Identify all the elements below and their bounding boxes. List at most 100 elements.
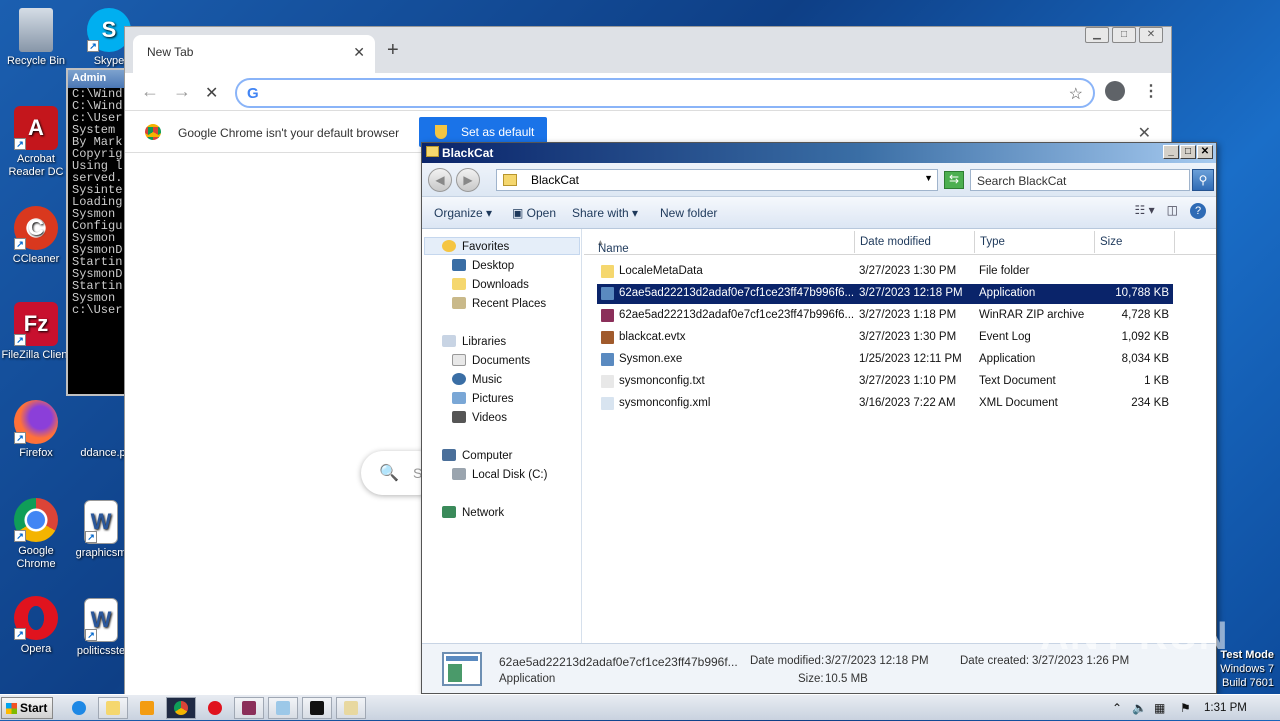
nav-music[interactable]: Music (452, 373, 502, 386)
forward-button[interactable]: → (173, 81, 191, 102)
file-size: 10,788 KB (1115, 287, 1169, 299)
application-icon (442, 652, 482, 686)
desktop-icon-recycle-bin[interactable]: Recycle Bin (1, 8, 71, 67)
filezilla-icon: Fz ↗ (14, 302, 58, 346)
start-button[interactable]: Start (1, 697, 53, 719)
minimize-button[interactable]: _ (1163, 145, 1179, 159)
chrome-icon: ↗ (14, 498, 58, 542)
close-button[interactable]: ✕ (1197, 145, 1213, 159)
show-hidden-icons-icon[interactable]: ⌃ (1112, 701, 1122, 715)
stop-loading-button[interactable]: ✕ (205, 83, 218, 103)
nav-pictures[interactable]: Pictures (452, 392, 514, 405)
file-row[interactable]: 62ae5ad22213d2adaf0e7cf1ce23ff47b996f6..… (597, 284, 1173, 304)
nav-recent-places[interactable]: Recent Places (452, 297, 546, 310)
desktop-icon-label: Recycle Bin (6, 55, 66, 67)
breadcrumb[interactable]: BlackCat ▼ (496, 169, 938, 191)
desktop-icon-ccleaner[interactable]: C ↗ CCleaner (1, 206, 71, 265)
clock[interactable]: 1:31 PM (1204, 702, 1247, 714)
nav-libraries[interactable]: Libraries (442, 335, 506, 348)
taskbar-opera[interactable] (200, 697, 230, 719)
taskbar-document[interactable] (336, 697, 366, 719)
back-button[interactable]: ← (141, 81, 159, 102)
test-mode-line2: Windows 7 (1220, 663, 1274, 675)
nav-downloads[interactable]: Downloads (452, 278, 529, 291)
forward-button[interactable]: ▶ (456, 168, 480, 192)
pictures-icon (452, 392, 466, 404)
document-icon (344, 701, 358, 715)
search-input[interactable]: Search BlackCat (970, 169, 1190, 191)
folder-icon (106, 701, 120, 715)
column-headers: Name ▴ Date modified Type Size (584, 229, 1216, 255)
maximize-button[interactable]: □ (1112, 27, 1136, 43)
new-folder-button[interactable]: New folder (660, 206, 717, 220)
libraries-icon (442, 335, 456, 347)
nav-favorites[interactable]: Favorites (442, 240, 509, 253)
tab-close-icon[interactable]: ✕ (353, 44, 365, 61)
details-size-label: Size: (798, 673, 824, 685)
explorer-titlebar[interactable]: BlackCat _ □ ✕ (422, 143, 1216, 163)
open-button[interactable]: ▣ Open (512, 206, 556, 220)
infobar-close-icon[interactable]: ✕ (1138, 123, 1151, 143)
nav-computer[interactable]: Computer (442, 449, 513, 462)
column-type[interactable]: Type (980, 236, 1005, 248)
share-with-button[interactable]: Share with ▾ (572, 206, 638, 220)
nav-videos[interactable]: Videos (452, 411, 507, 424)
details-date-created-label: Date created: (960, 655, 1030, 667)
profile-avatar[interactable] (1105, 81, 1125, 101)
help-icon[interactable]: ? (1190, 203, 1206, 219)
minimize-button[interactable]: ▁ (1085, 27, 1109, 43)
column-size[interactable]: Size (1100, 236, 1122, 248)
taskbar-cmd[interactable] (302, 697, 332, 719)
taskbar-chrome[interactable] (166, 697, 196, 719)
file-row[interactable]: sysmonconfig.txt 3/27/2023 1:10 PM Text Do… (597, 372, 1173, 392)
tab-new-tab[interactable]: New Tab ✕ (133, 35, 375, 73)
desktop-icon-filezilla[interactable]: Fz ↗ FileZilla Client (1, 302, 71, 361)
bookmark-star-icon[interactable]: ☆ (1069, 84, 1083, 104)
cmd-title[interactable]: Admin (68, 70, 124, 88)
preview-pane-icon[interactable]: ◫ (1167, 203, 1178, 219)
file-row[interactable]: 62ae5ad22213d2adaf0e7cf1ce23ff47b996f6..… (597, 306, 1173, 326)
file-row[interactable]: blackcat.evtx 3/27/2023 1:30 PM Event Log 1… (597, 328, 1173, 348)
explorer-title: BlackCat (442, 146, 494, 160)
file-row[interactable]: LocaleMetaData 3/27/2023 1:30 PM File fold… (597, 262, 1173, 282)
file-name: sysmonconfig.txt (619, 375, 705, 387)
nav-network[interactable]: Network (442, 506, 504, 519)
taskbar-notepad[interactable] (268, 697, 298, 719)
nav-documents[interactable]: Documents (452, 354, 530, 367)
taskbar-explorer[interactable] (98, 697, 128, 719)
taskbar-winrar[interactable] (234, 697, 264, 719)
desktop-icon-acrobat[interactable]: A ↗ Acrobat Reader DC (1, 106, 71, 179)
column-name[interactable]: Name ▴ (598, 236, 629, 255)
word-document-icon: W ↗ (84, 598, 118, 642)
search-icon[interactable]: ⚲ (1192, 169, 1214, 191)
maximize-button[interactable]: □ (1180, 145, 1196, 159)
column-date-modified[interactable]: Date modified (860, 236, 931, 248)
chevron-down-icon[interactable]: ▼ (924, 173, 933, 183)
volume-icon[interactable]: 🔈 (1132, 701, 1147, 715)
acrobat-icon: A ↗ (14, 106, 58, 150)
action-center-flag-icon[interactable]: ⚑ (1180, 701, 1191, 715)
nav-local-disk[interactable]: Local Disk (C:) (452, 468, 547, 481)
close-button[interactable]: ✕ (1139, 27, 1163, 43)
back-button[interactable]: ◀ (428, 168, 452, 192)
breadcrumb-item[interactable]: BlackCat (531, 173, 579, 187)
file-row[interactable]: sysmonconfig.xml 3/16/2023 7:22 AM XML Doc… (597, 394, 1173, 414)
omnibox[interactable]: G ☆ (235, 78, 1095, 108)
explorer-window[interactable]: BlackCat _ □ ✕ ◀ ▶ BlackCat ▼ ⇆ Search B… (421, 142, 1217, 694)
new-tab-button[interactable]: + (387, 39, 399, 62)
file-name: Sysmon.exe (619, 353, 683, 365)
organize-button[interactable]: Organize ▾ (434, 206, 492, 220)
taskbar-ie[interactable] (64, 697, 94, 719)
taskbar-media-player[interactable] (132, 697, 162, 719)
desktop-icon-chrome[interactable]: ↗ Google Chrome (1, 498, 71, 571)
desktop-icon-opera[interactable]: ↗ Opera (1, 596, 71, 655)
network-icon[interactable]: ▦ (1154, 701, 1165, 715)
cmd-window[interactable]: Admin C:\Wind C:\Wind c:\User System By Mark… (66, 68, 126, 396)
nav-desktop[interactable]: Desktop (452, 259, 514, 272)
file-icon (601, 353, 614, 366)
chrome-menu-button[interactable]: ⋮ (1143, 81, 1159, 101)
desktop-icon-firefox[interactable]: ↗ Firefox (1, 400, 71, 459)
view-options-icon[interactable]: ☷ ▾ (1135, 203, 1155, 219)
file-row[interactable]: Sysmon.exe 1/25/2023 12:11 PM Application 8… (597, 350, 1173, 370)
refresh-icon[interactable]: ⇆ (944, 171, 964, 189)
